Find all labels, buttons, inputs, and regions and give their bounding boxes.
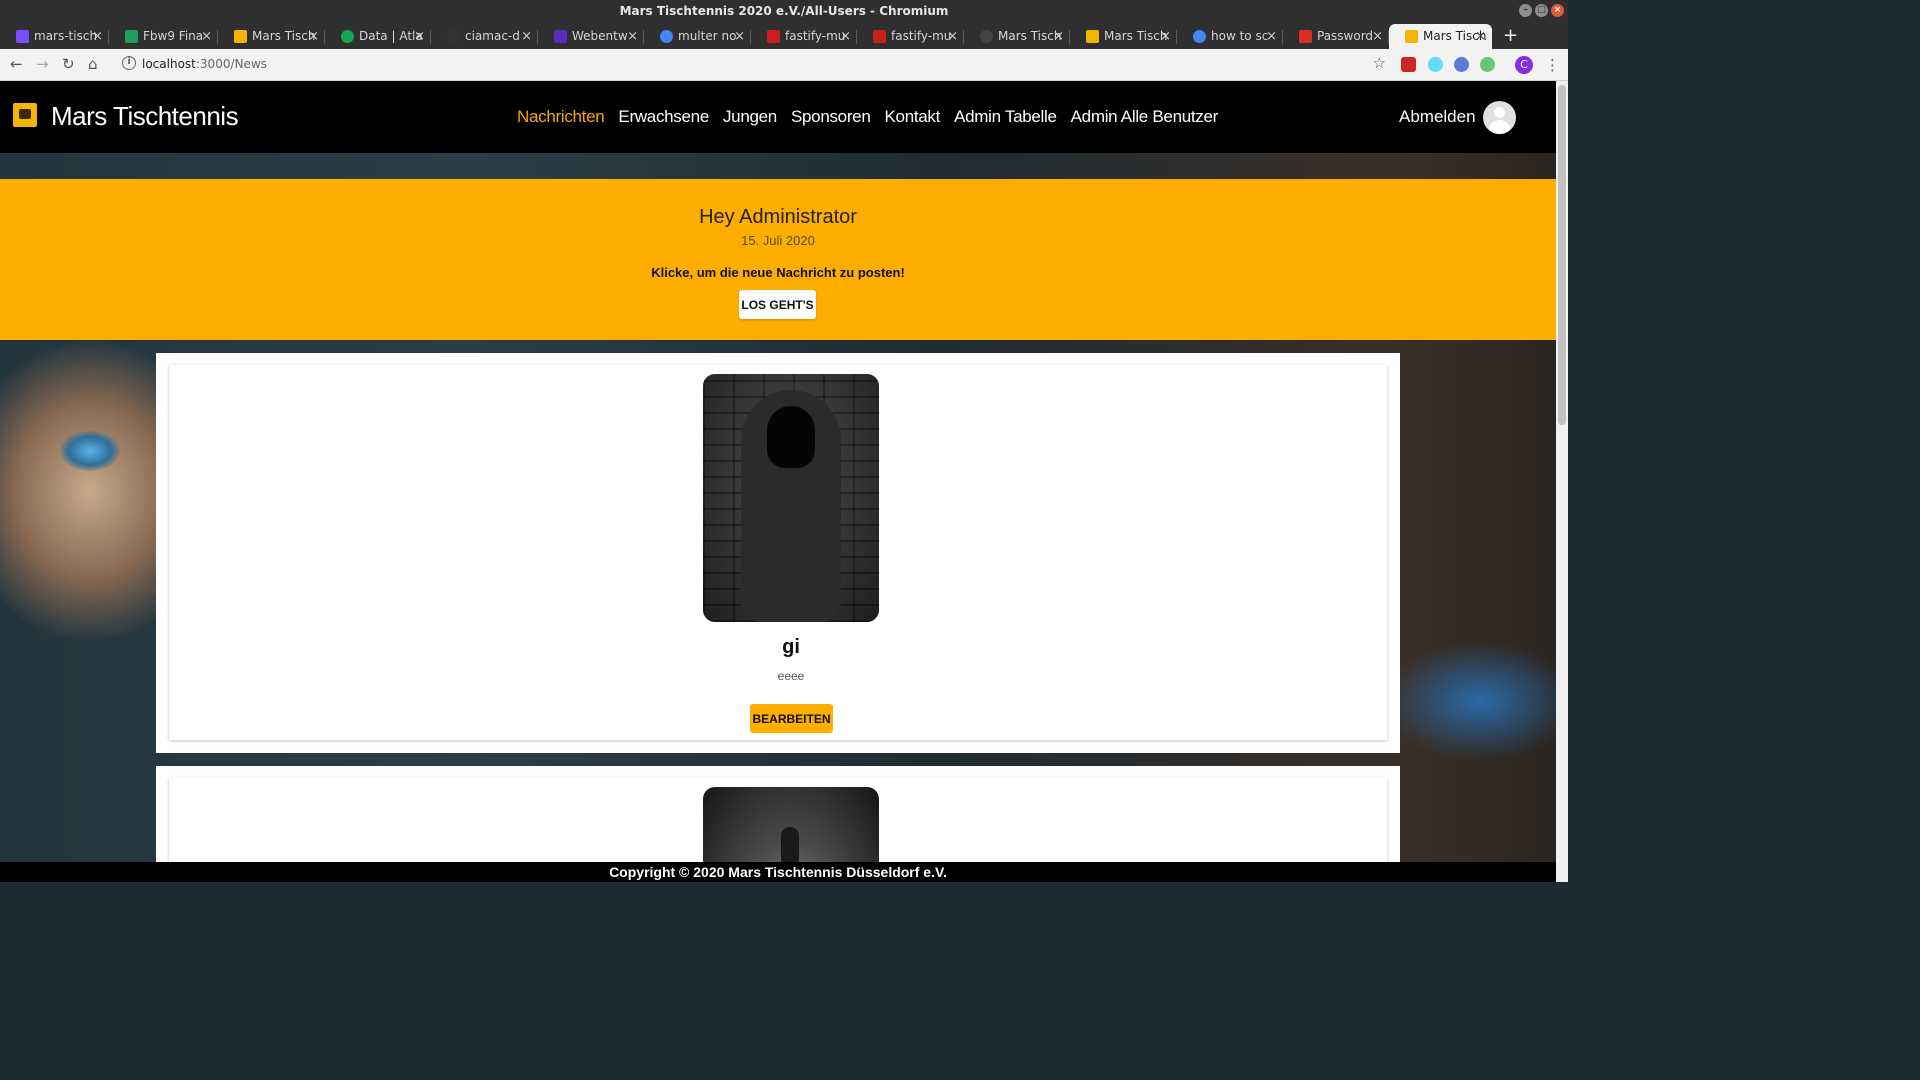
greeting-date: 15. Juli 2020 — [741, 233, 815, 248]
background-light — [1380, 641, 1556, 761]
bookmark-star-icon[interactable]: ☆ — [1373, 54, 1386, 72]
browser-tab[interactable]: Password × — [1283, 24, 1389, 49]
forward-icon[interactable]: → — [36, 55, 49, 73]
close-tab-icon[interactable]: × — [1475, 24, 1486, 49]
site-footer: Copyright © 2020 Mars Tischtennis Düssel… — [0, 862, 1556, 882]
greeting-title: Hey Administrator — [699, 206, 857, 228]
window-title: Mars Tischtennis 2020 e.V./All-Users - C… — [619, 4, 949, 18]
extension-icon[interactable] — [1454, 57, 1469, 72]
close-tab-icon[interactable]: × — [1160, 24, 1171, 49]
browser-tab[interactable]: how to sc × — [1177, 24, 1283, 49]
page-viewport: Mars Tischtennis Nachrichten Erwachsene … — [0, 81, 1556, 882]
close-tab-icon[interactable]: × — [627, 24, 638, 49]
browser-tab[interactable]: multer no × — [644, 24, 751, 49]
address-bar[interactable]: i localhost:3000/News ☆ — [112, 52, 1394, 77]
post-image-face — [767, 406, 815, 468]
browser-tab[interactable]: Webentw × — [538, 24, 644, 49]
react-devtools-icon[interactable] — [1428, 57, 1443, 72]
close-tab-icon[interactable]: × — [1372, 24, 1383, 49]
close-tab-icon[interactable]: × — [414, 24, 425, 49]
home-icon[interactable]: ⌂ — [88, 55, 98, 73]
close-tab-icon[interactable]: × — [1053, 24, 1064, 49]
browser-tab[interactable]: mars-tisch × — [0, 24, 109, 49]
minimize-icon[interactable]: – — [1519, 4, 1532, 17]
extension-icon[interactable] — [1401, 57, 1416, 72]
close-tab-icon[interactable]: × — [1266, 24, 1277, 49]
scrollbar-thumb[interactable] — [1558, 85, 1566, 425]
nav-link-kontakt[interactable]: Kontakt — [885, 107, 941, 127]
welcome-banner: Hey Administrator 15. Juli 2020 Klicke, … — [0, 179, 1556, 340]
extension-icon[interactable] — [1480, 57, 1495, 72]
window-controls: – □ × — [1519, 4, 1564, 17]
close-tab-icon[interactable]: × — [840, 24, 851, 49]
close-window-icon[interactable]: × — [1551, 4, 1564, 17]
tab-favicon-icon — [660, 30, 673, 43]
post-prompt: Klicke, um die neue Nachricht zu posten! — [651, 265, 905, 280]
nav-link-sponsoren[interactable]: Sponsoren — [791, 107, 871, 127]
nav-link-admin-alle-benutzer[interactable]: Admin Alle Benutzer — [1071, 107, 1219, 127]
back-icon[interactable]: ← — [10, 55, 23, 73]
news-card: gi eeee BEARBEITEN — [156, 353, 1400, 753]
tab-favicon-icon — [16, 30, 29, 43]
post-image — [703, 374, 879, 622]
browser-tab-active[interactable]: Mars Tisch × — [1389, 24, 1492, 49]
user-avatar-icon[interactable] — [1483, 101, 1516, 134]
browser-tab[interactable]: fastify-mu × — [857, 24, 964, 49]
browser-tab[interactable]: fastify-mu × — [751, 24, 857, 49]
tab-favicon-icon — [125, 30, 138, 43]
tab-favicon-icon — [447, 30, 460, 43]
brand-name[interactable]: Mars Tischtennis — [51, 101, 239, 132]
browser-toolbar: ← → ↻ ⌂ i localhost:3000/News ☆ — [0, 49, 1568, 81]
logout-link[interactable]: Abmelden — [1399, 107, 1476, 127]
edit-post-button[interactable]: BEARBEITEN — [750, 704, 833, 733]
tab-favicon-icon — [873, 30, 886, 43]
tab-favicon-icon — [767, 30, 780, 43]
profile-avatar[interactable]: C — [1515, 56, 1533, 74]
close-tab-icon[interactable]: × — [734, 24, 745, 49]
reload-icon[interactable]: ↻ — [62, 55, 75, 73]
browser-menu-icon[interactable]: ⋮ — [1545, 56, 1560, 74]
window-titlebar: Mars Tischtennis 2020 e.V./All-Users - C… — [0, 0, 1568, 23]
avatar-head — [1494, 107, 1505, 118]
close-tab-icon[interactable]: × — [947, 24, 958, 49]
site-info-icon[interactable]: i — [122, 56, 136, 70]
avatar-body — [1489, 120, 1510, 134]
tab-favicon-icon — [341, 30, 354, 43]
tab-favicon-icon — [1193, 30, 1206, 43]
nav-link-admin-tabelle[interactable]: Admin Tabelle — [954, 107, 1057, 127]
tab-favicon-icon — [980, 30, 993, 43]
main-nav: Nachrichten Erwachsene Jungen Sponsoren … — [517, 107, 1218, 127]
browser-tab[interactable]: Mars Tisch × — [218, 24, 325, 49]
browser-tab[interactable]: Fbw9 Fina × — [109, 24, 218, 49]
nav-link-nachrichten[interactable]: Nachrichten — [517, 107, 605, 127]
post-title: gi — [782, 636, 800, 658]
tab-favicon-icon — [1086, 30, 1099, 43]
tab-strip: mars-tisch × Fbw9 Fina × Mars Tisch × Data … — [0, 23, 1568, 49]
url-text: localhost:3000/News — [142, 57, 267, 71]
browser-tab[interactable]: ciamac-d × — [431, 24, 538, 49]
site-navbar: Mars Tischtennis Nachrichten Erwachsene … — [0, 81, 1556, 153]
close-tab-icon[interactable]: × — [521, 24, 532, 49]
close-tab-icon[interactable]: × — [201, 24, 212, 49]
tab-favicon-icon — [1405, 30, 1418, 43]
background-eye — [60, 431, 120, 471]
tab-favicon-icon — [234, 30, 247, 43]
brand-logo-icon[interactable] — [13, 103, 37, 127]
maximize-icon[interactable]: □ — [1535, 4, 1548, 17]
page-scrollbar[interactable] — [1556, 81, 1568, 882]
browser-tab[interactable]: Mars Tisch × — [1070, 24, 1177, 49]
tab-favicon-icon — [1299, 30, 1312, 43]
nav-link-jungen[interactable]: Jungen — [723, 107, 777, 127]
new-tab-icon[interactable]: + — [1503, 25, 1518, 47]
close-tab-icon[interactable]: × — [92, 24, 103, 49]
nav-link-erwachsene[interactable]: Erwachsene — [618, 107, 709, 127]
close-tab-icon[interactable]: × — [308, 24, 319, 49]
tab-favicon-icon — [554, 30, 567, 43]
news-card-body: gi eeee BEARBEITEN — [169, 365, 1387, 740]
browser-tab[interactable]: Data | Atla × — [325, 24, 431, 49]
post-text: eeee — [777, 669, 805, 683]
new-post-button[interactable]: LOS GEHT'S — [739, 290, 816, 319]
browser-tab[interactable]: Mars Tisch × — [964, 24, 1070, 49]
